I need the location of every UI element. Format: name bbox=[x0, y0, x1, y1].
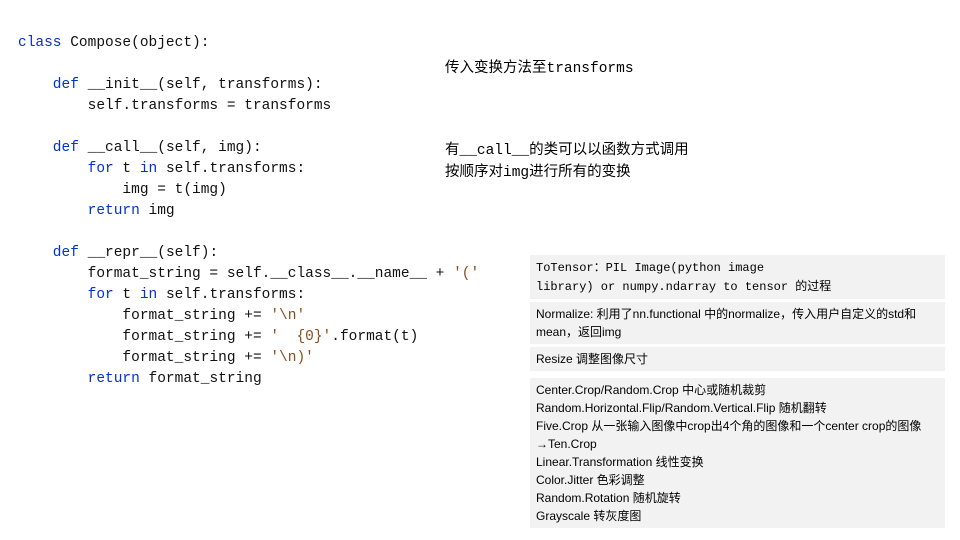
kw-return: return bbox=[18, 203, 149, 219]
code-text: img = t(img) bbox=[18, 182, 227, 198]
string-lit: ' {0}' bbox=[270, 329, 331, 345]
annot-text: 按顺序对 bbox=[445, 164, 503, 180]
kw-class: class bbox=[18, 35, 70, 51]
note-line: Linear.Transformation 线性变换 bbox=[536, 453, 939, 471]
code-text: format_string += bbox=[18, 350, 270, 366]
note-resize: Resize 调整图像尺寸 bbox=[530, 347, 945, 371]
kw-def: def bbox=[18, 140, 88, 156]
note-crops: Center.Crop/Random.Crop 中心或随机裁剪 Random.H… bbox=[530, 378, 945, 528]
code-text: t bbox=[122, 161, 139, 177]
note-text: ToTensor：PIL Image(python image bbox=[536, 261, 764, 275]
kw-def: def bbox=[18, 245, 88, 261]
code-text: format_string = self.__class__.__name__ … bbox=[18, 266, 453, 282]
string-lit: '(' bbox=[453, 266, 479, 282]
kw-for: for bbox=[18, 161, 122, 177]
code-text: img bbox=[149, 203, 175, 219]
string-lit: '\n' bbox=[270, 308, 305, 324]
code-text: __init__(self, transforms): bbox=[88, 77, 323, 93]
note-line: Color.Jitter 色彩调整 bbox=[536, 471, 939, 489]
kw-for: for bbox=[18, 287, 122, 303]
note-line: Random.Rotation 随机旋转 bbox=[536, 489, 939, 507]
note-line: Five.Crop 从一张输入图像中crop出4个角的图像和一个center c… bbox=[536, 417, 939, 453]
annot-mono: transforms bbox=[547, 61, 634, 77]
code-text: __call__(self, img): bbox=[88, 140, 262, 156]
annot-mono: __call__ bbox=[460, 143, 530, 159]
annotation-init: 传入变换方法至transforms bbox=[445, 58, 634, 80]
code-block: class Compose(object): def __init__(self… bbox=[18, 12, 479, 390]
code-text: format_string += bbox=[18, 329, 270, 345]
code-text: t bbox=[122, 287, 139, 303]
string-lit: '\n)' bbox=[270, 350, 314, 366]
note-text: Normalize: 利用了nn.functional 中的normalize，… bbox=[536, 307, 916, 339]
code-text: __repr__(self): bbox=[88, 245, 219, 261]
kw-def: def bbox=[18, 77, 88, 93]
note-line: Random.Horizontal.Flip/Random.Vertical.F… bbox=[536, 399, 939, 417]
note-normalize: Normalize: 利用了nn.functional 中的normalize，… bbox=[530, 302, 945, 344]
annot-text: 传入变换方法至 bbox=[445, 60, 547, 76]
annot-text: 有 bbox=[445, 142, 460, 158]
code-text: format_string bbox=[149, 371, 262, 387]
code-text: self.transforms: bbox=[166, 161, 305, 177]
code-text: self.transforms: bbox=[166, 287, 305, 303]
kw-in: in bbox=[140, 161, 166, 177]
note-line: Center.Crop/Random.Crop 中心或随机裁剪 bbox=[536, 381, 939, 399]
kw-in: in bbox=[140, 287, 166, 303]
note-line: Grayscale 转灰度图 bbox=[536, 507, 939, 525]
code-text: self.transforms = transforms bbox=[18, 98, 331, 114]
kw-return: return bbox=[18, 371, 149, 387]
code-text: .format(t) bbox=[331, 329, 418, 345]
annot-text: 的类可以以函数方式调用 bbox=[529, 142, 689, 158]
code-text: Compose(object): bbox=[70, 35, 209, 51]
code-text: format_string += bbox=[18, 308, 270, 324]
note-text: library) or numpy.ndarray to tensor 的过程 bbox=[536, 280, 831, 294]
annot-text: 进行所有的变换 bbox=[529, 164, 631, 180]
note-totensor: ToTensor：PIL Image(python image library)… bbox=[530, 255, 945, 299]
note-text: Resize 调整图像尺寸 bbox=[536, 352, 648, 366]
annotation-call: 有__call__的类可以以函数方式调用 按顺序对img进行所有的变换 bbox=[445, 140, 689, 184]
annot-mono: img bbox=[503, 165, 529, 181]
